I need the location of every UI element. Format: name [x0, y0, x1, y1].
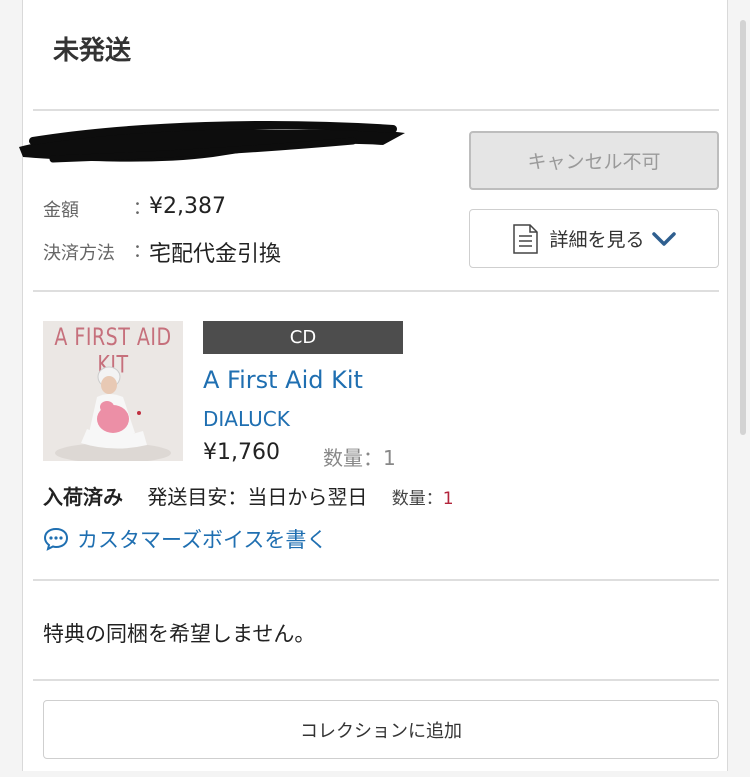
format-tag-label: CD: [289, 327, 317, 348]
artist-link[interactable]: DIALUCK: [203, 407, 290, 431]
section-title: 未発送: [53, 36, 132, 66]
details-button-label: 詳細を見る: [549, 229, 645, 251]
write-review-label: カスタマーズボイスを書く: [77, 528, 328, 552]
scrollbar[interactable]: [740, 20, 746, 435]
redaction-mark: [19, 121, 405, 163]
amount-value: ¥2,387: [149, 194, 226, 219]
details-button[interactable]: 詳細を見る: [469, 209, 719, 268]
chevron-down-icon: [651, 230, 677, 248]
order-card: 未発送 金額 ： ¥2,387 決済方法 ： 宅配代金引換 キャンセル不可 詳細…: [19, 0, 728, 771]
product-quantity: 数量：1: [323, 446, 396, 470]
cancel-button[interactable]: キャンセル不可: [469, 131, 719, 190]
album-thumbnail[interactable]: A FIRST AID KIT: [43, 321, 183, 461]
bonus-preference-note: 特典の同梱を希望しません。: [43, 622, 316, 646]
payment-value: 宅配代金引換: [149, 242, 282, 267]
cancel-button-label: キャンセル不可: [527, 151, 661, 173]
add-to-collection-button[interactable]: コレクションに追加: [43, 700, 719, 759]
divider: [33, 579, 719, 581]
stock-status: 入荷済み: [43, 485, 123, 509]
product-price: ¥1,760: [203, 440, 280, 465]
divider: [33, 679, 719, 681]
speech-bubble-icon: [43, 527, 69, 551]
divider: [33, 109, 719, 111]
divider: [33, 290, 719, 292]
payment-label: 決済方法: [43, 243, 115, 264]
stock-status-row: 入荷済み 発送目安：当日から翌日 数量：1: [43, 481, 454, 510]
add-to-collection-label: コレクションに追加: [300, 720, 462, 742]
format-tag: CD: [203, 321, 403, 354]
document-icon: [511, 223, 539, 254]
stock-quantity-value: 1: [442, 489, 454, 509]
ship-estimate: 発送目安：当日から翌日: [147, 485, 368, 509]
stock-quantity-label: 数量：: [391, 489, 443, 509]
write-review-link[interactable]: カスタマーズボイスを書く: [43, 524, 327, 554]
amount-label: 金額: [43, 200, 79, 221]
product-title-link[interactable]: A First Aid Kit: [203, 366, 363, 394]
album-cover-art: [55, 366, 171, 461]
